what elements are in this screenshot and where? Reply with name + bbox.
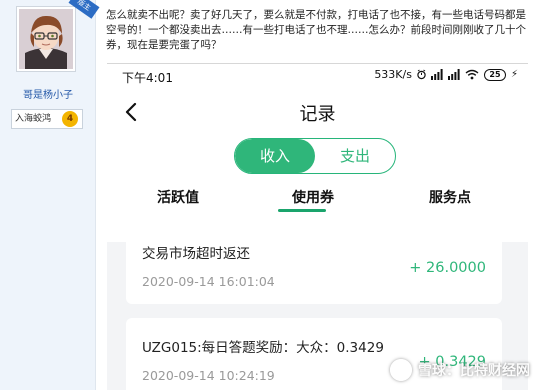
avatar-image — [19, 9, 73, 69]
user-sidebar: 版主 哥是杨小子 入海蛟鸿 4 — [0, 0, 100, 390]
post-text: 怎么就卖不出呢？卖了好几天了，要么就是不付款，打电话了也不接，有一些电话号码都是… — [106, 9, 526, 51]
subtab-indicator — [278, 209, 326, 212]
avatar-frame[interactable] — [16, 6, 76, 72]
rank-badge: 入海蛟鸿 4 — [11, 109, 83, 129]
wifi-icon — [465, 69, 479, 80]
page: 版主 哥是杨小子 入海蛟鸿 4 怎么就卖不出呢？卖了好几天了，要么就是不付款，打… — [0, 0, 544, 390]
status-bar: 下午4:01 533K/s 25 ⚡ — [107, 64, 528, 88]
record-time: 2020-09-14 16:01:04 — [142, 274, 275, 289]
record-card[interactable]: 交易市场超时返还 2020-09-14 16:01:04 + 26.0000 — [126, 224, 502, 304]
watermark: 雪球：比特财经网 — [390, 357, 540, 383]
alarm-icon — [417, 69, 426, 80]
watermark-text: 雪球：比特财经网 — [418, 363, 530, 379]
signal-icon — [430, 69, 443, 80]
network-speed: 533K/s — [374, 68, 412, 81]
nav-header: 记录 — [107, 88, 528, 138]
tab-income[interactable]: 收入 — [235, 139, 315, 173]
battery-icon: 25 — [483, 68, 506, 81]
rank-label: 入海蛟鸿 — [15, 114, 52, 124]
rank-level-icon: 4 — [62, 111, 78, 127]
username-link[interactable]: 哥是杨小子 — [0, 86, 96, 101]
phone-screenshot: 下午4:01 533K/s 25 ⚡ 记录 收入 支出 活跃值 使用券 服务点 … — [107, 63, 528, 390]
status-time: 下午4:01 — [122, 71, 173, 85]
record-amount: + 26.0000 — [409, 260, 486, 276]
subtab-activity[interactable]: 活跃值 — [157, 187, 199, 207]
page-title: 记录 — [299, 104, 336, 125]
charging-icon: ⚡ — [510, 69, 518, 80]
snowball-logo-icon — [390, 359, 412, 381]
subtab-service-points[interactable]: 服务点 — [429, 187, 471, 207]
avatar[interactable] — [19, 9, 73, 69]
income-expense-toggle: 收入 支出 — [234, 138, 396, 174]
subtab-coupons[interactable]: 使用券 — [292, 187, 334, 207]
signal-icon — [447, 69, 460, 80]
record-title: 交易市场超时返还 — [142, 246, 250, 262]
record-title: UZG015:每日答题奖励：大众：0.3429 — [142, 340, 384, 356]
tab-expense[interactable]: 支出 — [315, 139, 395, 173]
subtabs: 活跃值 使用券 服务点 — [107, 185, 528, 215]
record-time: 2020-09-14 10:24:19 — [142, 368, 275, 383]
status-icons: 533K/s 25 ⚡ — [374, 68, 518, 81]
